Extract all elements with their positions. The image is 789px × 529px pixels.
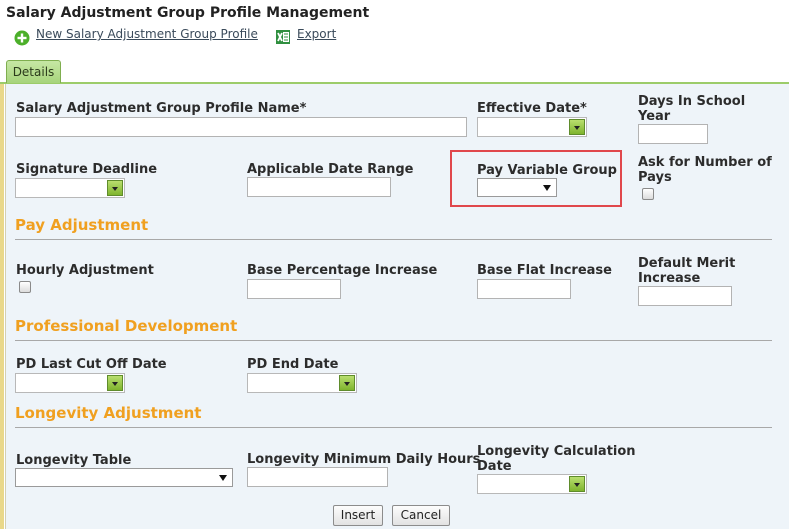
calendar-dropdown-icon[interactable] bbox=[107, 180, 123, 196]
base-flat-increase-label: Base Flat Increase bbox=[477, 263, 612, 278]
longevity-calc-date-picker[interactable] bbox=[477, 474, 587, 494]
applicable-date-range-input[interactable] bbox=[247, 177, 391, 197]
hourly-adjustment-checkbox[interactable] bbox=[19, 281, 31, 293]
insert-button[interactable]: Insert bbox=[333, 505, 383, 526]
left-gutter bbox=[0, 84, 4, 529]
pay-variable-group-label: Pay Variable Group bbox=[477, 163, 617, 178]
dropdown-arrow-icon bbox=[543, 185, 551, 191]
pd-end-date-picker[interactable] bbox=[247, 373, 357, 393]
applicable-date-range-label: Applicable Date Range bbox=[247, 162, 414, 177]
days-in-school-year-label: Days In School Year bbox=[638, 94, 745, 124]
section-divider bbox=[15, 427, 772, 428]
default-merit-increase-input[interactable] bbox=[638, 286, 732, 306]
longevity-table-select[interactable] bbox=[15, 468, 233, 487]
signature-deadline-label: Signature Deadline bbox=[16, 162, 158, 177]
ask-number-of-pays-label-line2: Pays bbox=[638, 170, 672, 185]
longevity-calc-date-label: Longevity Calculation Date bbox=[477, 444, 636, 474]
default-merit-increase-label: Default Merit Increase bbox=[638, 256, 735, 286]
longevity-adjustment-heading: Longevity Adjustment bbox=[15, 404, 202, 422]
longevity-calc-date-label-line2: Date bbox=[477, 459, 512, 474]
hourly-adjustment-label: Hourly Adjustment bbox=[16, 263, 154, 278]
base-percentage-increase-label: Base Percentage Increase bbox=[247, 263, 438, 278]
add-circle-icon[interactable] bbox=[14, 30, 30, 46]
tab-details[interactable]: Details bbox=[6, 60, 61, 83]
signature-deadline-picker[interactable] bbox=[15, 178, 125, 198]
base-flat-increase-input[interactable] bbox=[477, 279, 571, 299]
longevity-table-label: Longevity Table bbox=[16, 453, 132, 468]
days-in-school-year-label-line1: Days In School bbox=[638, 94, 746, 109]
ask-number-of-pays-checkbox[interactable] bbox=[642, 188, 654, 200]
effective-date-label: Effective Date* bbox=[477, 101, 587, 116]
section-divider bbox=[15, 340, 772, 341]
longevity-calc-date-label-line1: Longevity Calculation bbox=[477, 444, 636, 459]
calendar-dropdown-icon[interactable] bbox=[569, 476, 585, 492]
base-percentage-increase-input[interactable] bbox=[247, 279, 341, 299]
dropdown-arrow-icon bbox=[219, 475, 227, 481]
effective-date-picker[interactable] bbox=[477, 117, 587, 137]
days-in-school-year-input[interactable] bbox=[638, 124, 708, 144]
days-in-school-year-label-line2: Year bbox=[638, 109, 671, 124]
cancel-button[interactable]: Cancel bbox=[392, 505, 450, 526]
excel-icon[interactable] bbox=[275, 29, 291, 45]
default-merit-increase-label-line1: Default Merit bbox=[638, 256, 736, 271]
pd-last-cut-off-date-picker[interactable] bbox=[15, 373, 125, 393]
export-link[interactable]: Export bbox=[297, 27, 336, 41]
calendar-dropdown-icon[interactable] bbox=[569, 119, 585, 135]
default-merit-increase-label-line2: Increase bbox=[638, 271, 701, 286]
profile-name-label: Salary Adjustment Group Profile Name* bbox=[16, 101, 307, 116]
section-divider bbox=[15, 239, 772, 240]
new-profile-link[interactable]: New Salary Adjustment Group Profile bbox=[36, 27, 258, 41]
calendar-dropdown-icon[interactable] bbox=[339, 375, 355, 391]
ask-number-of-pays-label: Ask for Number of Pays bbox=[638, 155, 772, 185]
page-title: Salary Adjustment Group Profile Manageme… bbox=[6, 5, 370, 21]
professional-development-heading: Professional Development bbox=[15, 317, 238, 335]
pd-last-cut-off-date-label: PD Last Cut Off Date bbox=[16, 357, 167, 372]
calendar-dropdown-icon[interactable] bbox=[107, 375, 123, 391]
pay-variable-group-select[interactable] bbox=[477, 178, 557, 197]
pay-adjustment-heading: Pay Adjustment bbox=[15, 216, 149, 234]
ask-number-of-pays-label-line1: Ask for Number of bbox=[638, 155, 772, 170]
profile-name-input[interactable] bbox=[15, 117, 467, 137]
longevity-min-daily-hours-label: Longevity Minimum Daily Hours bbox=[247, 452, 481, 467]
longevity-min-daily-hours-input[interactable] bbox=[247, 467, 388, 487]
pd-end-date-label: PD End Date bbox=[247, 357, 339, 372]
